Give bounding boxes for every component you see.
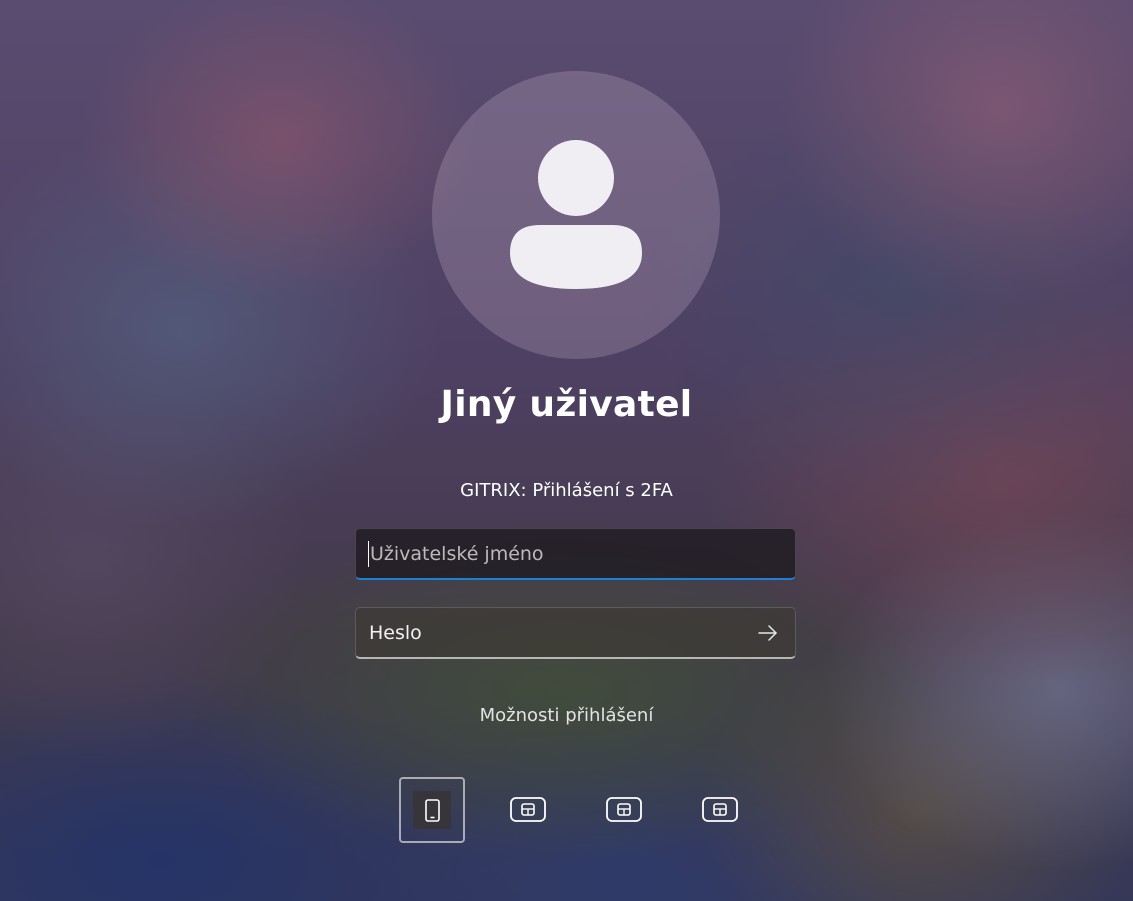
sign-in-option-security-key-3[interactable] xyxy=(687,777,753,843)
phone-icon xyxy=(425,799,440,822)
text-caret xyxy=(368,541,369,567)
sign-in-subtitle: GITRIX: Přihlášení s 2FA xyxy=(460,480,673,501)
sign-in-options-link[interactable]: Možnosti přihlášení xyxy=(0,705,1133,726)
user-silhouette-icon xyxy=(510,140,642,289)
security-key-icon xyxy=(606,797,642,822)
sign-in-option-security-key-2[interactable] xyxy=(591,777,657,843)
username-placeholder: Uživatelské jméno xyxy=(370,543,544,565)
user-avatar xyxy=(432,71,720,359)
username-input[interactable]: Uživatelské jméno xyxy=(355,528,796,580)
password-input[interactable]: Heslo xyxy=(355,607,796,659)
password-placeholder: Heslo xyxy=(369,622,422,644)
sign-in-option-security-key-1[interactable] xyxy=(495,777,561,843)
security-key-icon xyxy=(510,797,546,822)
user-name-title: Jiný uživatel xyxy=(440,384,693,425)
submit-arrow-icon[interactable] xyxy=(755,620,781,646)
security-key-icon xyxy=(702,797,738,822)
sign-in-option-phone[interactable] xyxy=(399,777,465,843)
